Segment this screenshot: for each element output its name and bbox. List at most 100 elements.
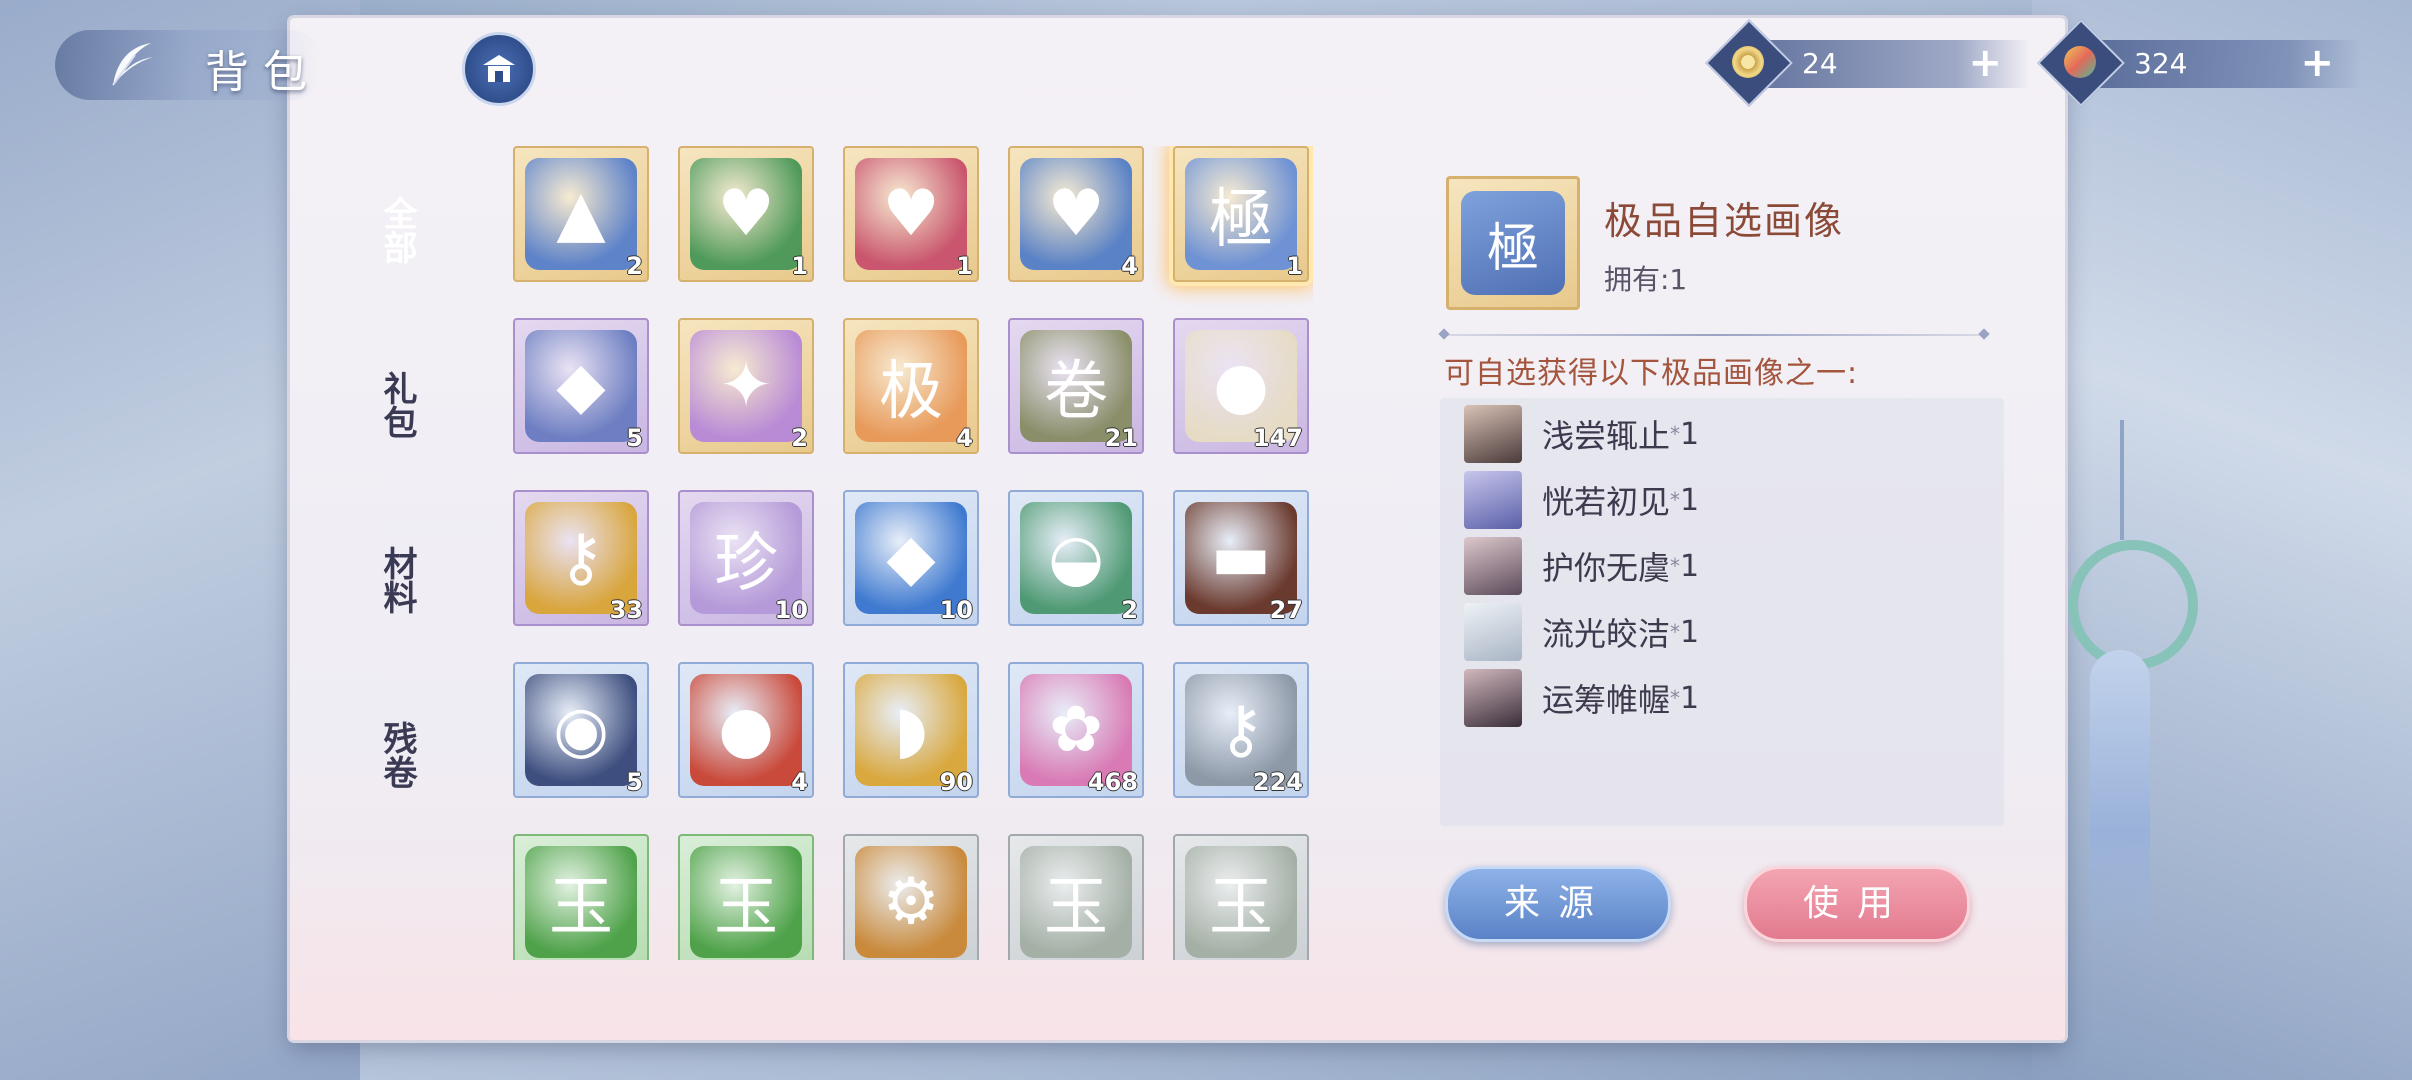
- inventory-slot[interactable]: ⚙: [843, 834, 979, 960]
- inventory-slot[interactable]: 极4: [843, 318, 979, 454]
- currency-jade-coin: 24 +: [1705, 19, 2030, 107]
- reward-item: 运筹帷幄 * 1: [1464, 668, 1699, 728]
- inventory-slot[interactable]: ● 147: [1173, 318, 1309, 454]
- inventory-slot[interactable]: ◆ 5: [513, 318, 649, 454]
- inventory-slot[interactable]: ♥ 1: [843, 146, 979, 282]
- inventory-slot[interactable]: ◉ 5: [513, 662, 649, 798]
- inventory-slot[interactable]: 玉: [678, 834, 814, 960]
- blue-heart-gift-icon: ♥: [1020, 158, 1132, 270]
- currency-value: 24: [1802, 47, 1838, 80]
- item-count: 1: [791, 252, 808, 280]
- reward-quantity: 1: [1680, 614, 1700, 650]
- item-grid: ▲ 2 ♥ 1 ♥ 1 ♥ 4 極 1 ◆ 5 ✦ 2 极 4 卷 21 ● 147 ⚷ 33 珍 10 ◆ 10 ◒ 2 ▬ 27 ◉ 5 ●…: [513, 146, 1313, 960]
- scroll-fan-icon: 极: [855, 330, 967, 442]
- inventory-slot[interactable]: 卷 21: [1008, 318, 1144, 454]
- star-mark: *: [1670, 620, 1681, 644]
- inventory-slot[interactable]: 極1: [1173, 146, 1309, 282]
- star-mark: *: [1670, 488, 1681, 512]
- gear-coin-icon: ⚙: [855, 846, 967, 958]
- item-count: 33: [609, 596, 643, 624]
- inventory-slot[interactable]: ◆ 10: [843, 490, 979, 626]
- item-count: 2: [791, 424, 808, 452]
- tassel-rope: [2120, 420, 2124, 540]
- inventory-slot[interactable]: ▬ 27: [1173, 490, 1309, 626]
- item-owned-count: 拥有:1: [1604, 263, 1688, 296]
- item-count: 10: [774, 596, 808, 624]
- tab-fragments[interactable]: 残卷: [367, 705, 427, 805]
- jade-coin-icon: [1732, 46, 1764, 78]
- add-currency-button[interactable]: +: [1968, 40, 2002, 86]
- reward-item: 流光皎洁 * 1: [1464, 602, 1699, 662]
- feather-back-icon[interactable]: [100, 32, 166, 98]
- currency-gem: 324 +: [2037, 19, 2362, 107]
- reward-name: 恍若初见: [1542, 483, 1671, 521]
- blue-chest-icon: ▲: [525, 158, 637, 270]
- item-description: 可自选获得以下极品画像之一:: [1444, 356, 1859, 391]
- source-button[interactable]: 来源: [1445, 866, 1671, 942]
- reward-quantity: 1: [1680, 482, 1700, 518]
- reward-list: 浅尝辄止 * 1 恍若初见 * 1 护你无虞 * 1 流光皎洁 * 1 运筹帷幄…: [1440, 398, 2004, 826]
- green-heart-gift-icon: ♥: [690, 158, 802, 270]
- item-count: 2: [1121, 596, 1138, 624]
- item-count: 468: [1087, 768, 1138, 796]
- item-count: 27: [1269, 596, 1303, 624]
- inventory-slot[interactable]: ◒ 2: [1008, 490, 1144, 626]
- tab-gift-packs[interactable]: 礼包: [367, 355, 427, 455]
- selected-item-thumbnail: 極: [1446, 176, 1580, 310]
- reward-name: 流光皎洁: [1542, 615, 1671, 653]
- inventory-slot[interactable]: ✿ 468: [1008, 662, 1144, 798]
- avatar: [1464, 537, 1522, 595]
- silver-jade-icon: 玉: [1020, 846, 1132, 958]
- reward-quantity: 1: [1680, 680, 1700, 716]
- inventory-slot[interactable]: ▲ 2: [513, 146, 649, 282]
- item-count: 10: [939, 596, 973, 624]
- avatar: [1464, 603, 1522, 661]
- star-mark: *: [1670, 422, 1681, 446]
- inventory-slot[interactable]: ⚷ 224: [1173, 662, 1309, 798]
- star-mark: *: [1670, 686, 1681, 710]
- fruit-icon: ●: [690, 674, 802, 786]
- reward-name: 运筹帷幄: [1542, 681, 1671, 719]
- talisman-icon: ✦: [690, 330, 802, 442]
- item-name: 极品自选画像: [1604, 199, 1845, 243]
- inventory-slot[interactable]: ✦ 2: [678, 318, 814, 454]
- item-count: 21: [1104, 424, 1138, 452]
- item-count: 5: [626, 768, 643, 796]
- reward-item: 恍若初见 * 1: [1464, 470, 1699, 530]
- pavilion-shop-icon[interactable]: [462, 32, 536, 106]
- reward-name: 浅尝辄止: [1542, 417, 1671, 455]
- inventory-slot[interactable]: ♥ 4: [1008, 146, 1144, 282]
- knot-ornament-icon: [2068, 540, 2198, 670]
- inventory-slot[interactable]: 玉: [513, 834, 649, 960]
- portrait-box-icon: 極: [1461, 191, 1565, 295]
- reward-quantity: 1: [1680, 416, 1700, 452]
- add-currency-button[interactable]: +: [2300, 40, 2334, 86]
- silver-jade-icon: 玉: [1185, 846, 1297, 958]
- use-button[interactable]: 使用: [1744, 866, 1970, 942]
- tassel-tail: [2090, 650, 2150, 950]
- reward-name: 护你无虞: [1542, 549, 1671, 587]
- mortar-icon: ◒: [1020, 502, 1132, 614]
- avatar: [1464, 405, 1522, 463]
- inventory-slot[interactable]: ⚷ 33: [513, 490, 649, 626]
- tab-all[interactable]: 全部: [359, 170, 435, 290]
- item-count: 4: [791, 768, 808, 796]
- item-count: 4: [956, 424, 973, 452]
- green-jade-icon: 玉: [525, 846, 637, 958]
- drum-icon: ◉: [525, 674, 637, 786]
- item-count: 90: [939, 768, 973, 796]
- currency-value: 324: [2134, 47, 2188, 80]
- portrait-box-icon: 極: [1185, 158, 1297, 270]
- inventory-slot[interactable]: ● 4: [678, 662, 814, 798]
- gem-icon: [2064, 46, 2096, 78]
- red-heart-gift-icon: ♥: [855, 158, 967, 270]
- tab-materials[interactable]: 材料: [367, 530, 427, 630]
- inventory-slot[interactable]: 珍 10: [678, 490, 814, 626]
- inventory-slot[interactable]: ♥ 1: [678, 146, 814, 282]
- inventory-slot[interactable]: 玉: [1008, 834, 1144, 960]
- inventory-slot[interactable]: ◗ 90: [843, 662, 979, 798]
- inventory-slot[interactable]: 玉: [1173, 834, 1309, 960]
- background-cloth-right: [2032, 0, 2412, 1080]
- item-count: 1: [1286, 252, 1303, 280]
- star-mark: *: [1670, 554, 1681, 578]
